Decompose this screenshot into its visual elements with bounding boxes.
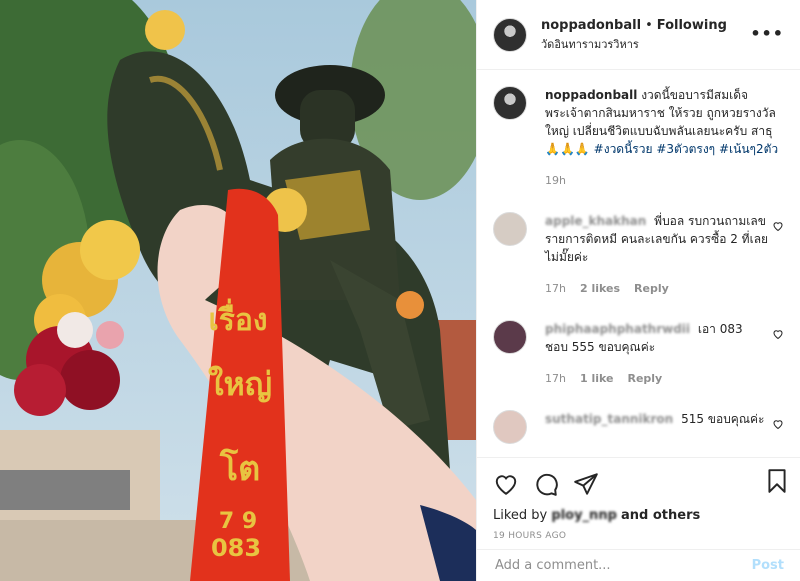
comment-text: 515 ขอบคุณค่ะ <box>681 412 765 426</box>
comment-bubble-icon[interactable] <box>533 471 559 497</box>
ribbon-line-5: 083 <box>211 534 261 562</box>
caption-author-avatar[interactable] <box>493 86 527 120</box>
more-options-icon[interactable]: ••• <box>750 24 784 43</box>
add-comment-bar: Post <box>477 549 800 581</box>
commenter-username[interactable]: apple_khakhan <box>545 214 646 228</box>
author-avatar[interactable] <box>493 17 527 52</box>
comment-item: phiphaaphphathrwdii เอา 083 ชอบ 555 ขอบค… <box>493 320 784 388</box>
photo-illustration: เรื่อง ใหญ่ โต 7 9 083 <box>0 0 476 581</box>
caption-time[interactable]: 19h <box>545 172 566 190</box>
caption: noppadonball งวดนี้ขอบารมีสมเด็จพระเจ้าต… <box>493 86 784 190</box>
ribbon-line-4: 7 9 <box>219 509 257 534</box>
commenter-username[interactable]: phiphaaphphathrwdii <box>545 322 690 336</box>
commenter-avatar[interactable] <box>493 320 527 354</box>
comments-list[interactable]: noppadonball งวดนี้ขอบารมีสมเด็จพระเจ้าต… <box>477 70 800 457</box>
separator-dot: • <box>645 17 653 33</box>
commenter-avatar[interactable] <box>493 410 527 444</box>
ribbon-line-2: ใหญ่ <box>208 365 272 403</box>
post-timestamp[interactable]: 19 HOURS AGO <box>493 531 784 541</box>
ribbon-line-1: เรื่อง <box>208 298 267 338</box>
hashtag-link[interactable]: #เน้นๆ2ตัว <box>719 142 778 156</box>
comment-time[interactable]: 17h <box>545 280 566 298</box>
heart-icon[interactable] <box>772 418 784 430</box>
likes-others-link[interactable]: and others <box>621 508 700 523</box>
instagram-post: เรื่อง ใหญ่ โต 7 9 083 noppadonball • Fo… <box>0 0 800 581</box>
post-location[interactable]: วัดอินทารามวรวิหาร <box>541 36 727 53</box>
likes-prefix: Liked by <box>493 508 548 523</box>
likes-username[interactable]: ploy_nnp <box>551 508 616 523</box>
hashtag-link[interactable]: #งวดนี้รวย <box>594 142 653 156</box>
reply-button[interactable]: Reply <box>627 370 662 388</box>
commenter-username[interactable]: suthatip_tannikron <box>545 412 673 426</box>
like-heart-icon[interactable] <box>493 471 519 497</box>
likes-summary: Liked by ploy_nnp and others <box>493 508 784 523</box>
follow-status-button[interactable]: Following <box>657 17 727 34</box>
add-comment-input[interactable] <box>493 557 752 574</box>
commenter-avatar[interactable] <box>493 212 527 246</box>
comment-item: suthatip_tannikron 515 ขอบคุณค่ะ <box>493 410 784 444</box>
reply-button[interactable]: Reply <box>634 280 669 298</box>
post-comment-button[interactable]: Post <box>752 558 784 573</box>
caption-username[interactable]: noppadonball <box>545 88 637 102</box>
comment-likes[interactable]: 1 like <box>580 370 614 388</box>
post-side-panel: noppadonball • Following วัดอินทารามวรวิ… <box>476 0 800 581</box>
comment-likes[interactable]: 2 likes <box>580 280 620 298</box>
heart-icon[interactable] <box>772 328 784 340</box>
comment-item: apple_khakhan พี่บอล รบกวนถามเลขรายการติ… <box>493 212 784 298</box>
bookmark-icon[interactable] <box>764 468 790 494</box>
author-username[interactable]: noppadonball <box>541 17 641 34</box>
ribbon-line-3: โต <box>219 448 260 489</box>
hashtag-link[interactable]: #3ตัวตรงๆ <box>656 142 715 156</box>
share-paper-plane-icon[interactable] <box>573 471 599 497</box>
post-header: noppadonball • Following วัดอินทารามวรวิ… <box>477 0 800 70</box>
post-photo[interactable]: เรื่อง ใหญ่ โต 7 9 083 <box>0 0 476 581</box>
post-actions: Liked by ploy_nnp and others 19 HOURS AG… <box>477 457 800 581</box>
comment-time[interactable]: 17h <box>545 370 566 388</box>
heart-icon[interactable] <box>772 220 784 232</box>
